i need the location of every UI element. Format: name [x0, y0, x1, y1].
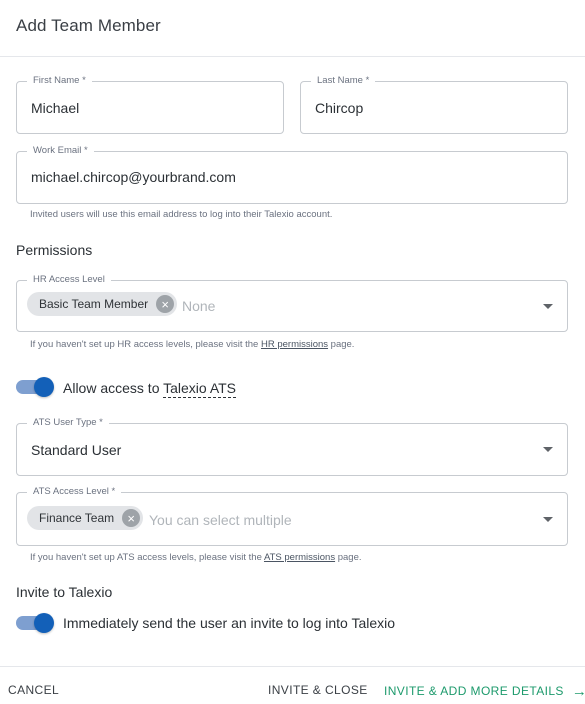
chevron-down-icon[interactable]: [543, 517, 553, 522]
invite-title: Invite to Talexio: [16, 584, 113, 600]
hr-access-chip-label: Basic Team Member: [39, 297, 149, 311]
talexio-ats-link[interactable]: Talexio ATS: [163, 380, 237, 398]
invite-close-button[interactable]: INVITE & CLOSE: [268, 683, 368, 697]
invite-toggle[interactable]: [16, 613, 54, 633]
first-name-label: First Name *: [27, 75, 92, 87]
work-email-label: Work Email *: [27, 145, 94, 157]
ats-access-select[interactable]: ATS Access Level * Finance Team × You ca…: [16, 486, 568, 546]
permissions-title: Permissions: [16, 242, 93, 258]
ats-access-chip: Finance Team ×: [27, 506, 144, 530]
first-name-field[interactable]: First Name * Michael: [16, 75, 284, 134]
ats-access-toggle[interactable]: [16, 377, 54, 397]
hr-access-helper-suffix: page.: [328, 339, 355, 350]
work-email-field[interactable]: Work Email * michael.chircop@yourbrand.c…: [16, 145, 568, 204]
hr-access-label: HR Access Level: [27, 274, 111, 286]
remove-chip-icon[interactable]: ×: [156, 295, 175, 313]
hr-access-chip: Basic Team Member ×: [27, 292, 178, 316]
remove-chip-icon[interactable]: ×: [122, 509, 141, 527]
ats-access-chip-label: Finance Team: [39, 511, 115, 525]
ats-user-type-label: ATS User Type *: [27, 417, 109, 429]
chevron-down-icon[interactable]: [543, 447, 553, 452]
dialog-footer: CANCEL INVITE & CLOSE INVITE & ADD MORE …: [0, 666, 585, 704]
last-name-value: Chircop: [315, 100, 364, 116]
work-email-helper: Invited users will use this email addres…: [30, 209, 333, 220]
chevron-down-icon[interactable]: [543, 304, 553, 309]
hr-access-helper: If you haven't set up HR access levels, …: [30, 339, 354, 350]
invite-toggle-label: Immediately send the user an invite to l…: [63, 615, 396, 631]
work-email-value: michael.chircop@yourbrand.com: [31, 169, 236, 185]
dialog-title: Add Team Member: [16, 16, 161, 35]
ats-access-helper: If you haven't set up ATS access levels,…: [30, 552, 362, 563]
ats-user-type-value: Standard User: [31, 442, 122, 458]
invite-add-more-button[interactable]: INVITE & ADD MORE DETAILS →: [384, 683, 585, 700]
ats-toggle-prefix: Allow access to: [63, 380, 164, 396]
hr-access-select[interactable]: HR Access Level Basic Team Member × None: [16, 274, 568, 332]
toggle-thumb: [34, 377, 54, 397]
hr-access-helper-prefix: If you haven't set up HR access levels, …: [30, 339, 261, 350]
ats-user-type-select[interactable]: ATS User Type * Standard User: [16, 417, 568, 476]
dialog-header: Add Team Member: [0, 0, 585, 57]
ats-access-placeholder: You can select multiple: [149, 512, 292, 528]
last-name-label: Last Name *: [311, 75, 376, 87]
ats-permissions-link[interactable]: ATS permissions: [264, 552, 335, 563]
first-name-value: Michael: [31, 100, 80, 116]
hr-access-placeholder: None: [182, 298, 216, 314]
cancel-button[interactable]: CANCEL: [8, 683, 59, 697]
last-name-field[interactable]: Last Name * Chircop: [300, 75, 568, 134]
ats-access-label: ATS Access Level *: [27, 486, 122, 498]
arrow-right-icon: →: [571, 683, 585, 700]
ats-access-helper-suffix: page.: [335, 552, 362, 563]
toggle-thumb: [34, 613, 54, 633]
ats-access-helper-prefix: If you haven't set up ATS access levels,…: [30, 552, 264, 563]
ats-access-toggle-label: Allow access to Talexio ATS: [63, 380, 237, 398]
invite-add-more-label: INVITE & ADD MORE DETAILS: [384, 684, 564, 698]
hr-permissions-link[interactable]: HR permissions: [261, 339, 328, 350]
